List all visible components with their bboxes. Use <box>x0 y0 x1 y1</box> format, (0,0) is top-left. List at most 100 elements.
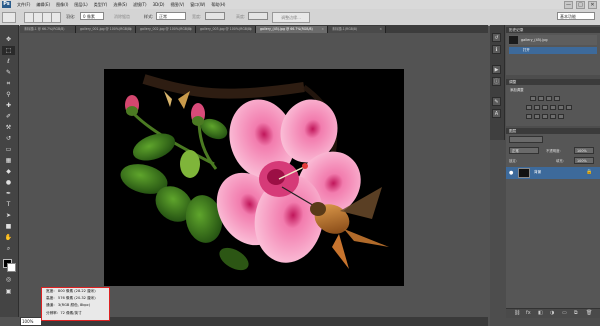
exposure-adjust-icon[interactable] <box>554 96 560 101</box>
history-brush-tool-icon[interactable]: ↺ <box>2 134 15 143</box>
zoom-level-field[interactable]: 100% <box>21 318 41 325</box>
tab-adjustments[interactable]: 调整 <box>509 80 516 84</box>
new-group-icon[interactable]: ▭ <box>562 310 567 316</box>
menu-image[interactable]: 图像(I) <box>56 2 68 8</box>
layer-row-background[interactable]: ● 背景 🔒 <box>506 167 600 179</box>
selective-color-adjust-icon[interactable] <box>558 114 564 119</box>
document-canvas[interactable] <box>104 69 404 286</box>
menu-3d[interactable]: 3D(D) <box>153 2 165 8</box>
layer-filter-select[interactable] <box>509 136 543 143</box>
info-panel-icon[interactable]: ⓘ <box>492 77 501 86</box>
refine-edge-button[interactable]: 调整边缘... <box>272 12 310 23</box>
layer-visibility-eye-icon[interactable]: ● <box>509 170 513 176</box>
hue-sat-adjust-icon[interactable] <box>534 105 540 110</box>
brush-tool-icon[interactable]: ✐ <box>2 112 15 121</box>
brush-panel-icon[interactable]: ✎ <box>492 97 501 106</box>
type-tool-icon[interactable]: T <box>2 200 15 209</box>
feather-input[interactable]: 0 像素 <box>80 12 104 20</box>
menu-select[interactable]: 选择(S) <box>113 2 127 8</box>
bw-adjust-icon[interactable] <box>550 105 556 110</box>
tab-layers[interactable]: 图层 <box>509 129 516 133</box>
background-color-swatch[interactable] <box>7 263 16 272</box>
pen-tool-icon[interactable]: ✒ <box>2 189 15 198</box>
move-tool-icon[interactable]: ✥ <box>2 35 15 44</box>
brightness-adjust-icon[interactable] <box>530 96 536 101</box>
menu-layer[interactable]: 图层(L) <box>74 2 87 8</box>
tab-close-icon[interactable]: × <box>321 26 324 33</box>
maximize-button[interactable]: □ <box>576 1 585 9</box>
new-layer-icon[interactable]: ⧉ <box>574 310 578 316</box>
lasso-tool-icon[interactable]: ℓ <box>2 57 15 66</box>
path-select-tool-icon[interactable]: ➤ <box>2 211 15 220</box>
link-layers-icon[interactable]: ⛓ <box>514 310 520 316</box>
crop-tool-icon[interactable]: ⌗ <box>2 79 15 88</box>
menu-type[interactable]: 类型(Y) <box>94 2 108 8</box>
shape-tool-icon[interactable]: ■ <box>2 222 15 231</box>
threshold-adjust-icon[interactable] <box>542 114 548 119</box>
document-tab[interactable]: 未标题-1 @ 66.7%(RGB/8) <box>20 26 76 33</box>
intersect-selection-icon[interactable] <box>51 12 61 23</box>
dodge-tool-icon[interactable]: ● <box>2 178 15 187</box>
posterize-adjust-icon[interactable] <box>534 114 540 119</box>
tab-close-icon[interactable]: × <box>189 26 192 33</box>
levels-adjust-icon[interactable] <box>538 96 544 101</box>
tab-history[interactable]: 历史记录 <box>509 28 523 32</box>
document-tab-active[interactable]: gallery_(45).jpg @ 66.7%(RGB/8) × <box>256 26 328 33</box>
quick-select-tool-icon[interactable]: ✎ <box>2 68 15 77</box>
menu-view[interactable]: 视图(V) <box>170 2 184 8</box>
eraser-tool-icon[interactable]: ▭ <box>2 145 15 154</box>
antialias-label[interactable]: 消除锯齿 <box>114 14 130 20</box>
curves-adjust-icon[interactable] <box>546 96 552 101</box>
actions-panel-icon[interactable]: ▶ <box>492 65 501 74</box>
add-mask-icon[interactable]: ◧ <box>538 310 543 316</box>
vibrance-adjust-icon[interactable] <box>526 105 532 110</box>
delete-layer-icon[interactable]: 🗑 <box>586 310 592 316</box>
character-panel-icon[interactable]: A <box>492 109 501 118</box>
document-tab[interactable]: 未标题-1(RGB/8) × <box>328 26 386 33</box>
document-tab[interactable]: gallery_003.jpg @ 100%(RGB/8) × <box>196 26 256 33</box>
clone-stamp-tool-icon[interactable]: ⚒ <box>2 123 15 132</box>
layer-style-icon[interactable]: fx <box>526 310 531 316</box>
tab-close-icon[interactable]: × <box>129 26 132 33</box>
document-tab[interactable]: gallery_001.jpg @ 100%(RGB/8) × <box>76 26 136 33</box>
style-select[interactable]: 正常 <box>156 12 186 20</box>
menu-file[interactable]: 文件(F) <box>17 2 30 8</box>
color-balance-adjust-icon[interactable] <box>542 105 548 110</box>
height-input[interactable] <box>248 12 268 20</box>
marquee-tool-icon[interactable]: ⬚ <box>2 46 15 55</box>
healing-brush-tool-icon[interactable]: ✚ <box>2 101 15 110</box>
blend-mode-select[interactable]: 正常 <box>509 147 539 154</box>
opacity-input[interactable]: 100% <box>574 147 594 154</box>
quick-mask-icon[interactable]: ◎ <box>2 275 15 284</box>
workspace-select[interactable]: 基本功能 <box>557 12 595 20</box>
screen-mode-icon[interactable]: ▣ <box>2 287 15 296</box>
document-tab[interactable]: gallery_002.jpg @ 100%(RGB/8) × <box>136 26 196 33</box>
history-step-open[interactable]: 打开 <box>509 47 597 54</box>
tab-close-icon[interactable]: × <box>249 26 252 33</box>
close-button[interactable]: ✕ <box>588 1 597 9</box>
layer-name[interactable]: 背景 <box>534 170 541 175</box>
zoom-tool-icon[interactable]: ⌕ <box>2 244 15 253</box>
photo-filter-adjust-icon[interactable] <box>558 105 564 110</box>
minimize-button[interactable]: — <box>564 1 573 9</box>
gradient-tool-icon[interactable]: ▦ <box>2 156 15 165</box>
properties-panel-icon[interactable]: ℹ <box>492 45 501 54</box>
history-snapshot[interactable]: gallery_(45).jpg <box>509 35 597 45</box>
history-panel-icon[interactable]: ↺ <box>492 33 501 42</box>
menu-edit[interactable]: 编辑(E) <box>36 2 50 8</box>
width-input[interactable] <box>205 12 225 20</box>
blur-tool-icon[interactable]: ◆ <box>2 167 15 176</box>
channel-mixer-adjust-icon[interactable] <box>566 105 572 110</box>
fill-input[interactable]: 100% <box>574 157 594 164</box>
tool-preset-button[interactable] <box>2 12 16 23</box>
invert-adjust-icon[interactable] <box>526 114 532 119</box>
menu-window[interactable]: 窗口(W) <box>190 2 205 8</box>
adjustment-layer-icon[interactable]: ◑ <box>550 310 554 316</box>
tab-close-icon[interactable]: × <box>379 26 382 33</box>
menu-filter[interactable]: 滤镜(T) <box>133 2 147 8</box>
hand-tool-icon[interactable]: ✋ <box>2 233 15 242</box>
menu-help[interactable]: 帮助(H) <box>211 2 225 8</box>
gradient-map-adjust-icon[interactable] <box>550 114 556 119</box>
eyedropper-tool-icon[interactable]: ⚲ <box>2 90 15 99</box>
feather-label: 羽化: <box>66 14 76 19</box>
